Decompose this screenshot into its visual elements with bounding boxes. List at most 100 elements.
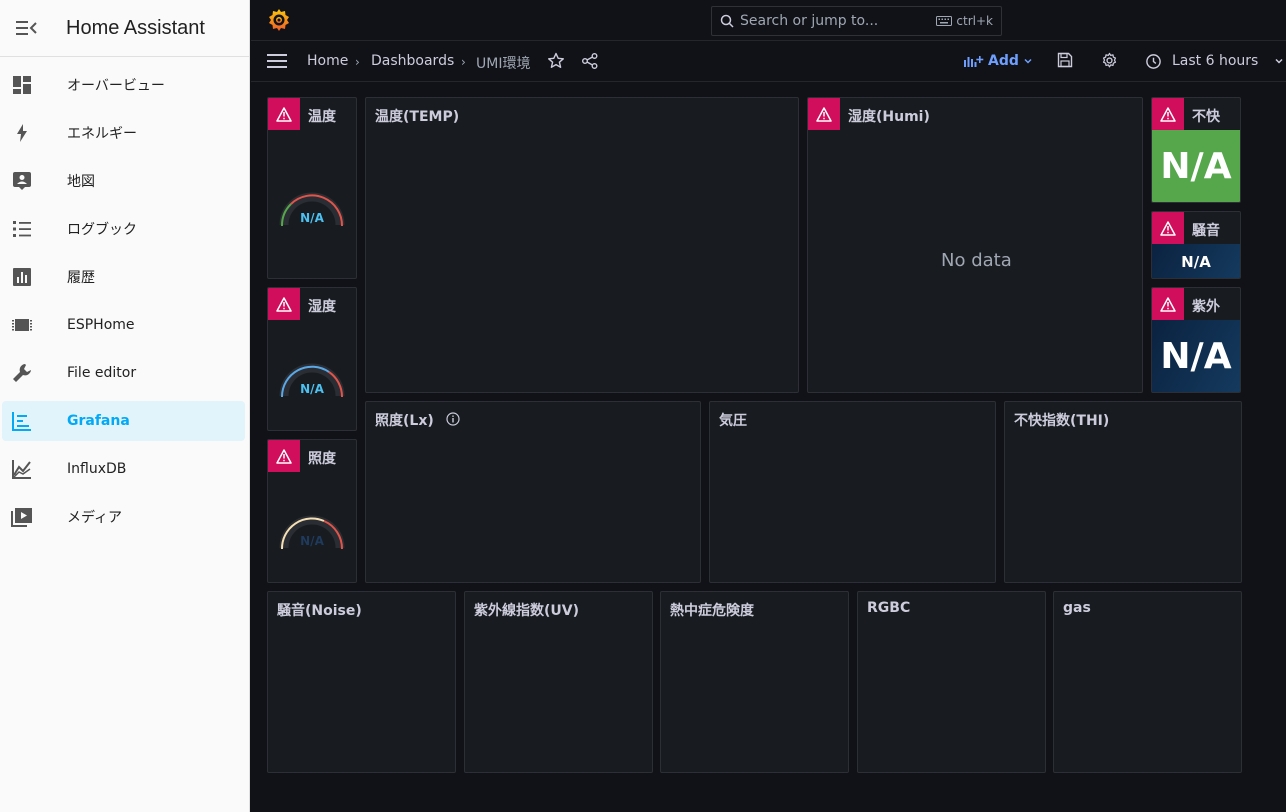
stat-value: N/A xyxy=(1152,130,1240,202)
error-icon[interactable] xyxy=(1152,288,1184,320)
star-icon[interactable] xyxy=(547,52,565,70)
shortcut-hint: ctrl+k xyxy=(936,14,993,28)
panel-gauge-lux[interactable]: 照度 N/A xyxy=(267,439,357,583)
panel-title: 湿度(Humi) xyxy=(848,109,930,125)
sidebar-item-label: 地図 xyxy=(67,174,95,190)
error-icon[interactable] xyxy=(1152,98,1184,130)
chevron-right-icon: › xyxy=(461,55,466,69)
panel-title: 照度(Lx) xyxy=(375,413,434,429)
sidebar-item-overview[interactable]: オーバービュー xyxy=(2,65,245,105)
breadcrumb-home[interactable]: Home xyxy=(307,53,348,69)
gear-icon[interactable] xyxy=(1101,52,1118,69)
sidebar-item-influxdb[interactable]: InfluxDB xyxy=(2,449,245,489)
error-icon[interactable] xyxy=(1152,212,1184,244)
dashboard-grid-icon xyxy=(2,65,42,105)
sidebar-item-label: ESPHome xyxy=(67,317,135,333)
sidebar-item-label: InfluxDB xyxy=(67,461,127,477)
panel-humi[interactable]: 湿度(Humi) No data xyxy=(807,97,1143,393)
search-icon xyxy=(720,14,734,28)
panel-title: RGBC xyxy=(867,600,911,616)
search-input[interactable]: Search or jump to... ctrl+k xyxy=(711,6,1002,36)
panel-title: 騒音(Noise) xyxy=(277,603,362,619)
line-chart-icon xyxy=(2,449,42,489)
info-icon[interactable] xyxy=(446,412,460,426)
panel-title: 熱中症危険度 xyxy=(670,603,754,619)
error-icon[interactable] xyxy=(268,440,300,472)
panel-gauge-humi[interactable]: 湿度 N/A xyxy=(267,287,357,431)
search-placeholder: Search or jump to... xyxy=(740,13,879,29)
sidebar-item-label: Grafana xyxy=(67,413,130,429)
sidebar-item-map[interactable]: 地図 xyxy=(2,161,245,201)
wrench-icon xyxy=(2,353,42,393)
error-icon[interactable] xyxy=(268,288,300,320)
sidebar-item-label: ログブック xyxy=(67,222,137,238)
panel-noise[interactable]: 騒音(Noise) xyxy=(267,591,456,773)
grafana-app: Search or jump to... ctrl+k Home › Dashb… xyxy=(251,0,1286,812)
add-label: Add xyxy=(988,53,1019,69)
gauge-value: N/A xyxy=(300,382,324,396)
panel-title: 紫外 xyxy=(1192,299,1220,315)
sidebar-item-label: File editor xyxy=(67,365,137,381)
sidebar-item-file-editor[interactable]: File editor xyxy=(2,353,245,393)
panel-title: 不快指数(THI) xyxy=(1014,413,1110,429)
ha-app-title: Home Assistant xyxy=(66,16,205,39)
panel-title: 温度 xyxy=(308,109,336,125)
add-button[interactable]: Add xyxy=(964,50,1033,72)
media-play-icon xyxy=(2,497,42,537)
panel-rgbc[interactable]: RGBC xyxy=(857,591,1046,773)
keyboard-icon xyxy=(936,16,953,26)
add-panel-icon xyxy=(964,56,984,67)
shortcut-text: ctrl+k xyxy=(956,14,993,28)
sidebar-item-grafana[interactable]: Grafana xyxy=(2,401,245,441)
gauge-value: N/A xyxy=(300,534,324,548)
sidebar-item-logbook[interactable]: ログブック xyxy=(2,209,245,249)
sidebar-item-label: 履歴 xyxy=(67,270,95,286)
breadcrumb-dashboards[interactable]: Dashboards xyxy=(371,53,454,69)
save-icon[interactable] xyxy=(1057,52,1073,68)
ha-sidebar: Home Assistant オーバービュー エネルギー 地図 ログブック 履歴… xyxy=(0,0,250,812)
panel-title: 騒音 xyxy=(1192,223,1220,239)
panel-thi[interactable]: 不快指数(THI) xyxy=(1004,401,1242,583)
grafana-navbar: Home › Dashboards › UMI環境 Add Last 6 hou… xyxy=(251,41,1286,82)
panel-stat-uv[interactable]: 紫外 N/A xyxy=(1151,287,1241,393)
panel-lux[interactable]: 照度(Lx) xyxy=(365,401,701,583)
grafana-icon xyxy=(2,401,42,441)
ha-sidebar-header: Home Assistant xyxy=(0,0,249,57)
panel-title: 湿度 xyxy=(308,299,336,315)
chip-icon xyxy=(2,305,42,345)
clock-icon xyxy=(1146,53,1161,69)
time-range-picker[interactable]: Last 6 hours xyxy=(1145,50,1284,72)
share-icon[interactable] xyxy=(581,52,599,70)
chevron-down-icon xyxy=(1024,58,1032,64)
sidebar-item-history[interactable]: 履歴 xyxy=(2,257,245,297)
hamburger-menu-icon[interactable] xyxy=(267,52,287,70)
panel-title: gas xyxy=(1063,600,1091,616)
panel-title: 気圧 xyxy=(719,413,747,429)
panel-gas[interactable]: gas xyxy=(1053,591,1242,773)
panel-uv[interactable]: 紫外線指数(UV) xyxy=(464,591,653,773)
chevron-down-icon xyxy=(1275,58,1283,64)
breadcrumb-current: UMI環境 xyxy=(476,56,531,72)
sidebar-item-esphome[interactable]: ESPHome xyxy=(2,305,245,345)
sidebar-item-label: エネルギー xyxy=(67,126,137,142)
chevron-right-icon: › xyxy=(355,55,360,69)
collapse-menu-icon[interactable] xyxy=(4,8,50,48)
panel-title: 不快 xyxy=(1192,109,1220,125)
list-icon xyxy=(2,209,42,249)
panel-heat[interactable]: 熱中症危険度 xyxy=(660,591,849,773)
bar-chart-icon xyxy=(2,257,42,297)
panel-stat-noise[interactable]: 騒音 N/A xyxy=(1151,211,1241,279)
gauge-value: N/A xyxy=(300,211,324,225)
sidebar-item-media[interactable]: メディア xyxy=(2,497,245,537)
panel-title: 温度(TEMP) xyxy=(375,109,460,125)
panel-gauge-temp[interactable]: 温度 N/A xyxy=(267,97,357,279)
error-icon[interactable] xyxy=(268,98,300,130)
panel-temp[interactable]: 温度(TEMP) xyxy=(365,97,799,393)
grafana-logo-icon[interactable] xyxy=(267,8,291,32)
sidebar-item-energy[interactable]: エネルギー xyxy=(2,113,245,153)
lightning-icon xyxy=(2,113,42,153)
map-person-icon xyxy=(2,161,42,201)
panel-stat-thi[interactable]: 不快 N/A xyxy=(1151,97,1241,203)
error-icon[interactable] xyxy=(808,98,840,130)
panel-pressure[interactable]: 気圧 xyxy=(709,401,996,583)
